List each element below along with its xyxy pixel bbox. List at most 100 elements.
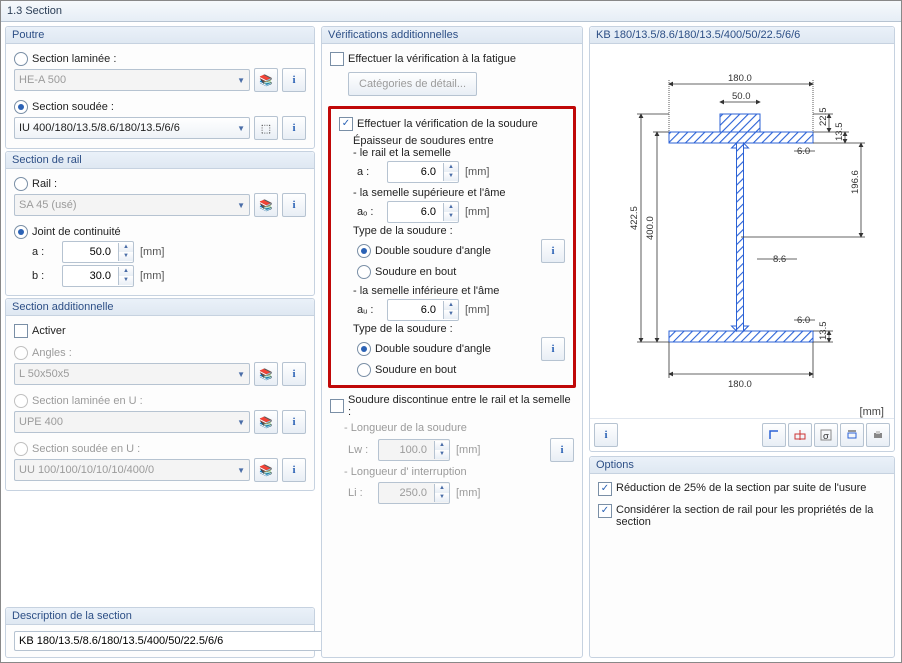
panel-poutre-header: Poutre (6, 27, 314, 44)
tool-values-icon[interactable] (788, 423, 812, 447)
panel-description-header: Description de la section (6, 608, 314, 625)
weld-a-label: a : (357, 166, 381, 178)
u-rolled-dropdown: UPE 400▼ (14, 411, 250, 433)
library-icon[interactable]: 📚 (254, 193, 278, 217)
info-icon: i (282, 362, 306, 386)
tool-dimensions-icon[interactable] (840, 423, 864, 447)
reduction-label: Réduction de 25% de la section par suite… (616, 482, 866, 494)
weld-a-input[interactable] (388, 165, 438, 179)
u-rolled-label: Section laminée en U : (32, 395, 143, 407)
activate-label: Activer (32, 325, 66, 337)
b-label: b : (32, 270, 56, 282)
panel-additional: Section additionnelle Activer Angles : L… (5, 298, 315, 491)
lw-label: Lw : (348, 444, 372, 456)
weld-ao-input[interactable] (388, 205, 438, 219)
info-icon[interactable]: i (541, 337, 565, 361)
info-icon[interactable]: i (282, 68, 306, 92)
svg-text:13.5: 13.5 (834, 123, 845, 142)
consider-label: Considérer la section de rail pour les p… (616, 504, 876, 528)
lw-input (379, 443, 429, 457)
li-header: - Longueur d' interruption (344, 466, 574, 478)
rail-flange-label: - le rail et la semelle (353, 147, 565, 159)
weld-ao-label: aₒ : (357, 206, 381, 218)
unit-mm: [mm] (140, 246, 164, 258)
weld-type-label-1: Type de la soudure : (353, 225, 565, 237)
svg-text:6.0: 6.0 (797, 315, 810, 326)
radio-u-welded (14, 442, 28, 456)
svg-text:50.0: 50.0 (732, 91, 751, 102)
li-spinner: ▲▼ (378, 482, 450, 504)
info-icon: i (282, 410, 306, 434)
li-input (379, 486, 429, 500)
panel-rail: Section de rail Rail : SA 45 (usé)▼ 📚 i … (5, 151, 315, 296)
bot-flange-web-label: - la semelle inférieure et l'âme (353, 285, 565, 297)
a-spinner[interactable]: ▲▼ (62, 241, 134, 263)
rail-dropdown: SA 45 (usé)▼ (14, 194, 250, 216)
section-diagram: 180.0 50.0 180.0 422.5 400.0 22.5 13.5 1… (597, 44, 887, 404)
info-icon[interactable]: i (282, 116, 306, 140)
info-icon[interactable]: i (550, 438, 574, 462)
angle-dropdown: L 50x50x5▼ (14, 363, 250, 385)
u-welded-dropdown: UU 100/100/10/10/10/400/0▼ (14, 459, 250, 481)
tool-axis-icon[interactable] (762, 423, 786, 447)
a-input[interactable] (63, 245, 113, 259)
weld-a-spinner[interactable]: ▲▼ (387, 161, 459, 183)
preview-panel: KB 180/13.5/8.6/180/13.5/400/50/22.5/6/6 (589, 26, 895, 452)
check-discontinuous[interactable] (330, 399, 344, 413)
radio-rail[interactable] (14, 177, 28, 191)
svg-text:422.5: 422.5 (629, 206, 640, 230)
fatigue-categories-button: Catégories de détail... (348, 72, 477, 96)
lw-spinner: ▲▼ (378, 439, 450, 461)
check-activate[interactable] (14, 324, 28, 338)
library-icon: 📚 (254, 362, 278, 386)
weld-au-label: aᵤ : (357, 304, 381, 316)
li-label: Li : (348, 487, 372, 499)
radio-u-rolled (14, 394, 28, 408)
panel-rail-header: Section de rail (6, 152, 314, 169)
b-input[interactable] (63, 269, 113, 283)
check-weld-verif[interactable] (339, 117, 353, 131)
window-title: 1.3 Section (7, 5, 62, 17)
library-icon: 📚 (254, 410, 278, 434)
panel-verif-header: Vérifications additionnelles (322, 27, 582, 44)
radio-joint[interactable] (14, 225, 28, 239)
check-consider-rail[interactable] (598, 504, 612, 518)
radio-butt-top[interactable] (357, 265, 371, 279)
top-flange-web-label: - la semelle supérieure et l'âme (353, 187, 565, 199)
panel-poutre: Poutre Section laminée : HE-A 500▼ 📚 i S… (5, 26, 315, 149)
lw-header: - Longueur de la soudure (344, 422, 574, 434)
svg-text:8.6: 8.6 (773, 254, 786, 265)
svg-text:180.0: 180.0 (728, 379, 752, 390)
info-icon[interactable]: i (594, 423, 618, 447)
library-icon[interactable]: 📚 (254, 68, 278, 92)
panel-options-header: Options (590, 457, 894, 474)
tool-stress-icon[interactable]: σ (814, 423, 838, 447)
weld-ao-spinner[interactable]: ▲▼ (387, 201, 459, 223)
svg-text:σ: σ (823, 431, 829, 442)
preview-title: KB 180/13.5/8.6/180/13.5/400/50/22.5/6/6 (590, 27, 894, 44)
radio-welded-section[interactable] (14, 100, 28, 114)
rail-label: Rail : (32, 178, 57, 190)
b-spinner[interactable]: ▲▼ (62, 265, 134, 287)
radio-double-fillet-top[interactable] (357, 244, 371, 258)
discont-label: Soudure discontinue entre le rail et la … (348, 394, 574, 418)
weld-au-spinner[interactable]: ▲▼ (387, 299, 459, 321)
weld-verification-highlight: Effectuer la vérification de la soudure … (328, 106, 576, 388)
a-label: a : (32, 246, 56, 258)
preview-unit: [mm] (860, 404, 894, 418)
panel-description: Description de la section (5, 607, 315, 658)
radio-butt-bot[interactable] (357, 363, 371, 377)
svg-text:22.5: 22.5 (818, 108, 829, 127)
u-welded-label: Section soudée en U : (32, 443, 140, 455)
tool-print-icon[interactable] (866, 423, 890, 447)
check-reduction[interactable] (598, 482, 612, 496)
edit-section-icon[interactable]: ⬚ (254, 116, 278, 140)
radio-double-fillet-bot[interactable] (357, 342, 371, 356)
info-icon[interactable]: i (282, 193, 306, 217)
weld-au-input[interactable] (388, 303, 438, 317)
svg-text:400.0: 400.0 (645, 216, 656, 240)
radio-rolled-section[interactable] (14, 52, 28, 66)
info-icon[interactable]: i (541, 239, 565, 263)
check-fatigue[interactable] (330, 52, 344, 66)
welded-section-dropdown[interactable]: IU 400/180/13.5/8.6/180/13.5/6/6▼ (14, 117, 250, 139)
